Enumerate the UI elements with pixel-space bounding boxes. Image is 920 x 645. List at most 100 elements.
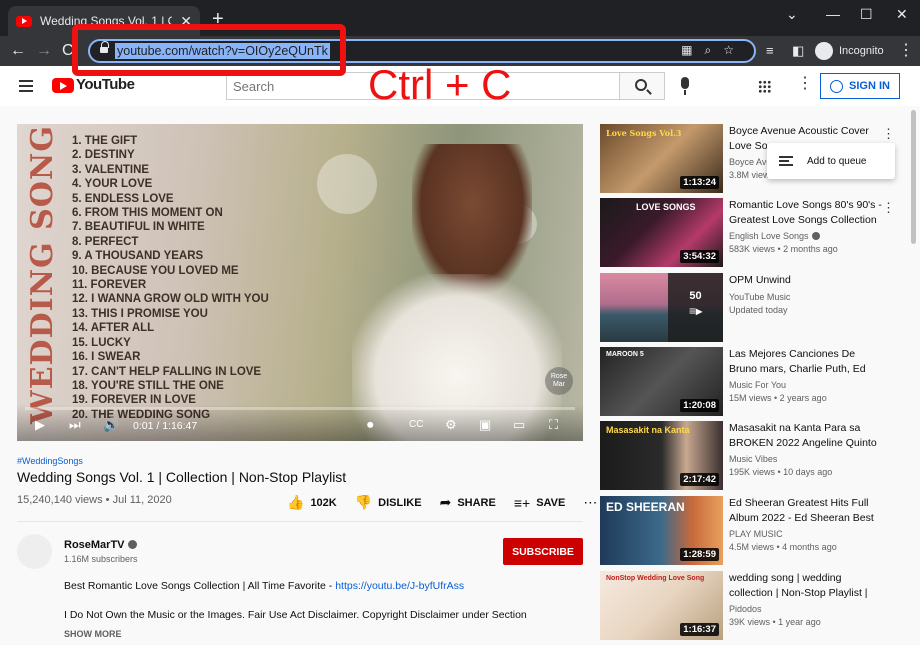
related-video[interactable]: ED SHEERAN 1:28:59 Ed Sheeran Greatest H… [600, 496, 900, 568]
thumbnail-text: ED SHEERAN [606, 500, 685, 514]
play-icon[interactable]: ▶ [35, 418, 45, 432]
video-thumbnail[interactable]: NonStop Wedding Love Song 1:16:37 [600, 571, 723, 640]
settings-gear-icon[interactable]: ⚙ [445, 418, 457, 432]
video-player[interactable]: WEDDING SONGS 1. THE GIFT 2. DESTINY 3. VA… [17, 124, 583, 441]
sign-in-button[interactable]: SIGN IN [820, 73, 900, 99]
miniplayer-icon[interactable]: ▣ [479, 418, 491, 432]
channel-name[interactable]: RoseMarTV [64, 539, 125, 551]
channel-watermark[interactable]: Rose Mar [545, 367, 573, 395]
channel-avatar[interactable] [17, 534, 52, 569]
back-icon[interactable]: ← [10, 41, 26, 61]
related-playlist[interactable]: 50 ≡▸ OPM Unwind YouTube Music Updated t… [600, 273, 900, 345]
video-thumbnail[interactable]: Love Songs Vol.3 1:13:24 [600, 124, 723, 193]
related-title[interactable]: OPM Unwind [729, 273, 884, 288]
song-list-item: 2. DESTINY [72, 149, 135, 162]
more-horizontal-icon: ⋯ [583, 494, 598, 510]
related-video[interactable]: MAROON 5 1:20:08 Las Mejores Canciones D… [600, 347, 900, 419]
settings-more-icon[interactable]: ⋮ [797, 76, 813, 92]
video-thumbnail[interactable]: MAROON 5 1:20:08 [600, 347, 723, 416]
menu-hamburger-icon[interactable] [19, 80, 33, 92]
hashtag-link[interactable]: #WeddingSongs [17, 456, 83, 466]
incognito-profile[interactable]: Incognito [815, 40, 889, 62]
incognito-label: Incognito [839, 45, 884, 57]
related-title[interactable]: wedding song | wedding collection | Non-… [729, 571, 884, 600]
more-options-icon[interactable]: ⋮ [882, 126, 895, 142]
microphone-icon[interactable] [681, 77, 689, 95]
like-button[interactable]: 👍 102K [287, 494, 337, 511]
subscribe-button[interactable]: SUBSCRIBE [503, 538, 583, 565]
tab-search-icon[interactable]: ⌄ [786, 6, 798, 23]
volume-icon[interactable]: 🔊 [103, 418, 119, 432]
description-line-1: Best Romantic Love Songs Collection | Al… [64, 580, 464, 592]
related-title[interactable]: Romantic Love Songs 80's 90's - Greatest… [729, 198, 884, 227]
bookmark-star-icon[interactable]: ☆ [723, 43, 746, 57]
dislike-button[interactable]: 👎 DISLIKE [355, 494, 422, 511]
related-video[interactable]: Masasakit na Kanta 2:17:42 Masasakit na … [600, 421, 900, 493]
close-window-icon[interactable]: ✕ [896, 6, 908, 23]
add-to-queue-menu[interactable]: Add to queue [767, 143, 895, 179]
show-more-button[interactable]: SHOW MORE [64, 629, 122, 639]
thumbs-up-icon: 👍 [287, 494, 305, 510]
share-button[interactable]: ➦ SHARE [440, 494, 496, 511]
video-thumbnail[interactable]: Masasakit na Kanta 2:17:42 [600, 421, 723, 490]
media-control-icon[interactable]: ≡ [766, 41, 774, 61]
related-channel[interactable]: Music For You [729, 380, 786, 390]
search-button[interactable] [619, 72, 665, 100]
related-video[interactable]: NonStop Wedding Love Song 1:16:37 weddin… [600, 571, 900, 643]
youtube-logo-text[interactable]: YouTube [76, 76, 135, 93]
related-channel[interactable]: Music Vibes [729, 454, 777, 464]
chrome-menu-icon[interactable]: ⋮ [898, 41, 914, 61]
youtube-logo-icon[interactable] [52, 78, 74, 93]
minimize-icon[interactable]: — [826, 6, 840, 22]
related-title[interactable]: Masasakit na Kanta Para sa BROKEN 2022 A… [729, 421, 884, 450]
time-display: 0:01 / 1:16:47 [133, 420, 198, 432]
video-duration: 1:16:37 [680, 623, 719, 636]
thumbnail-text: NonStop Wedding Love Song [606, 575, 705, 582]
theater-mode-icon[interactable]: ▭ [513, 418, 525, 432]
related-channel[interactable]: English Love Songs [729, 231, 809, 241]
video-title: Wedding Songs Vol. 1 | Collection | Non-… [17, 469, 347, 485]
song-list-item: 16. I SWEAR [72, 350, 141, 364]
video-duration: 1:20:08 [680, 399, 719, 412]
channel-name-row[interactable]: RoseMarTV [64, 539, 137, 551]
song-list-item: 9. A THOUSAND YEARS [72, 249, 204, 263]
song-list-item: 1. THE GIFT [72, 134, 138, 148]
playlist-count-panel: 50 ≡▸ [668, 273, 723, 342]
video-thumbnail[interactable]: LOVE SONGS 3:54:32 [600, 198, 723, 267]
video-thumbnail[interactable]: ED SHEERAN 1:28:59 [600, 496, 723, 565]
description-link[interactable]: https://youtu.be/J-byfUfrAss [335, 580, 464, 592]
progress-bar[interactable] [25, 407, 575, 410]
related-channel[interactable]: Pidodos [729, 604, 762, 614]
related-video[interactable]: LOVE SONGS 3:54:32 Romantic Love Songs 8… [600, 198, 900, 270]
autoplay-toggle-icon[interactable]: ⏺ [367, 418, 374, 432]
verified-badge-icon [811, 232, 820, 240]
related-channel-row[interactable]: English Love Songs [729, 231, 820, 241]
more-actions-button[interactable]: ⋯ [583, 494, 597, 511]
maximize-icon[interactable]: ☐ [860, 6, 873, 23]
related-channel[interactable]: PLAY MUSIC [729, 529, 783, 539]
song-list-item: 14. AFTER ALL [72, 321, 155, 335]
like-count: 102K [310, 496, 337, 509]
next-icon[interactable]: ⏭ [69, 418, 81, 432]
qr-code-icon[interactable]: ▦ [681, 43, 704, 57]
thumbnail-text: MAROON 5 [606, 351, 644, 358]
zoom-icon[interactable]: ⌕ [705, 43, 724, 57]
page-scrollbar[interactable] [911, 110, 916, 244]
related-channel[interactable]: YouTube Music [729, 292, 790, 302]
related-title[interactable]: Ed Sheeran Greatest Hits Full Album 2022… [729, 496, 884, 525]
captions-icon[interactable]: CC [409, 418, 423, 432]
save-button[interactable]: ≡+ SAVE [514, 494, 566, 511]
more-options-icon[interactable]: ⋮ [882, 200, 895, 216]
description-line-2: I Do Not Own the Music or the Images. Fa… [64, 609, 527, 621]
side-panel-icon[interactable]: ◧ [792, 41, 804, 61]
playlist-thumbnail[interactable]: 50 ≡▸ [600, 273, 723, 342]
sign-in-label: SIGN IN [849, 80, 890, 92]
fullscreen-icon[interactable]: ⛶ [549, 418, 558, 432]
apps-grid-icon[interactable] [758, 80, 771, 93]
dislike-label: DISLIKE [378, 496, 422, 509]
related-meta: 39K views • 1 year ago [729, 617, 821, 627]
wedding-songs-vertical-title: WEDDING SONGS [25, 124, 60, 424]
player-controls: ▶ ⏭ 🔊 0:01 / 1:16:47 ⏺ CC ⚙ ▣ ▭ ⛶ [17, 404, 583, 441]
related-title[interactable]: Las Mejores Canciones De Bruno mars, Cha… [729, 347, 884, 376]
forward-icon[interactable]: → [36, 41, 52, 61]
